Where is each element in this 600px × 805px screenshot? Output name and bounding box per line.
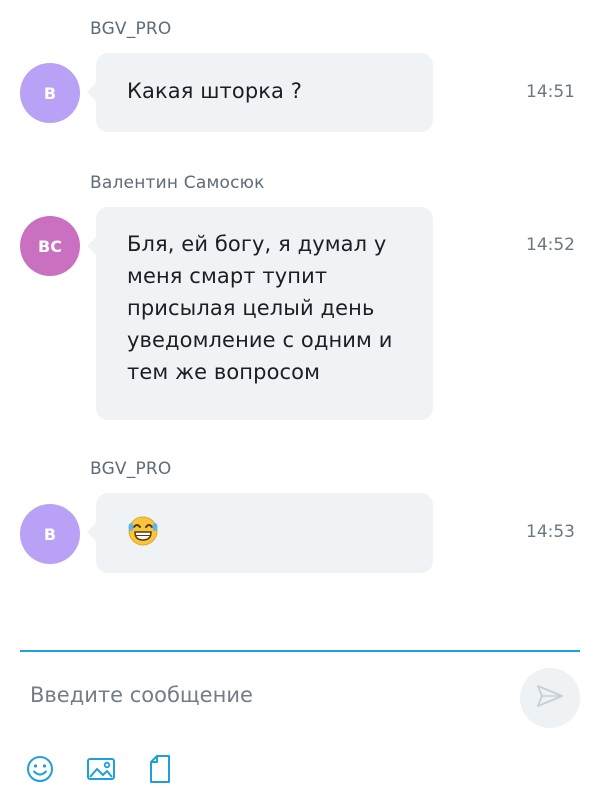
avatar[interactable]: B (20, 504, 80, 564)
send-button[interactable] (520, 668, 580, 728)
message-time: 14:52 (526, 235, 575, 255)
image-icon[interactable] (84, 752, 118, 786)
message-bubble[interactable]: Бля, ей богу, я думал у меня смарт тупит… (87, 207, 433, 420)
sender-name: BGV_PRO (90, 459, 172, 479)
message-time: 14:53 (526, 522, 575, 542)
avatar[interactable]: BC (20, 216, 80, 276)
message-text: Какая шторка ? (127, 79, 303, 103)
message-text: Бля, ей богу, я думал у меня смарт тупит… (127, 232, 393, 384)
send-icon (535, 681, 565, 715)
message-bubble[interactable] (87, 493, 433, 573)
emoji-icon[interactable] (23, 752, 57, 786)
grinning-face-with-tears-emoji (127, 515, 403, 547)
composer-divider (20, 650, 580, 652)
message-input[interactable] (30, 680, 500, 710)
message-bubble[interactable]: Какая шторка ? (87, 53, 433, 132)
sender-name: BGV_PRO (90, 19, 172, 39)
sender-name: Валентин Самосюк (90, 173, 265, 193)
file-icon[interactable] (143, 752, 177, 786)
message-time: 14:51 (526, 82, 575, 102)
avatar[interactable]: B (20, 63, 80, 123)
